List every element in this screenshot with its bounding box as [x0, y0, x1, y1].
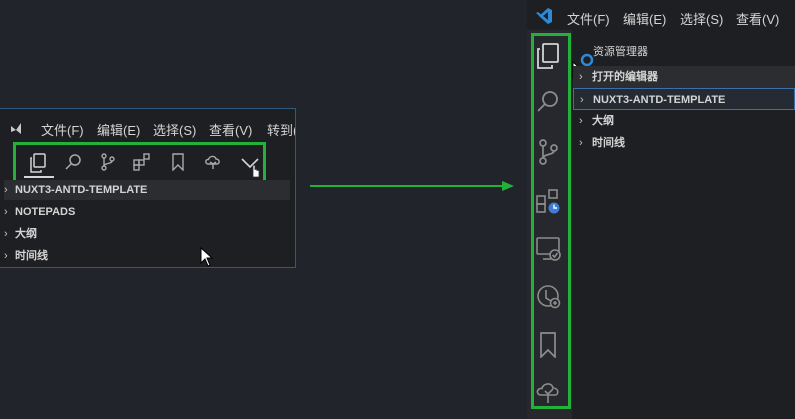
section-outline[interactable]: › 大纲	[4, 224, 290, 244]
section-timeline[interactable]: › 时间线	[4, 246, 290, 266]
section-outline[interactable]: › 大纲	[573, 110, 795, 132]
highlight-box-vertical	[531, 33, 571, 409]
chevron-right-icon: ›	[579, 115, 583, 127]
menu-view[interactable]: 查看(V)	[736, 9, 779, 28]
chevron-right-icon: ›	[580, 94, 584, 106]
before-window: 文件(F) 编辑(E) 选择(S) 查看(V) 转到(› NUXT3-ANTD…	[0, 108, 296, 268]
section-timeline[interactable]: › 时间线	[573, 132, 795, 154]
section-open-editors[interactable]: › 打开的编辑器	[573, 66, 795, 88]
mouse-pointer-icon	[200, 247, 214, 267]
chevron-right-icon: ›	[4, 184, 8, 196]
vscode-logo-icon	[10, 122, 23, 135]
section-project[interactable]: › NUXT3-ANTD-TEMPLATE	[4, 180, 290, 200]
vscode-logo-icon	[535, 7, 553, 25]
transition-arrow-icon	[310, 181, 514, 191]
chevron-right-icon: ›	[579, 71, 583, 83]
highlight-box-horizontal	[13, 142, 266, 184]
menu-selection[interactable]: 选择(S)	[153, 120, 196, 139]
chevron-right-icon: ›	[4, 228, 8, 240]
menu-edit[interactable]: 编辑(E)	[97, 120, 140, 139]
menu-goto[interactable]: 转到(	[267, 120, 295, 139]
menu-file[interactable]: 文件(F)	[567, 9, 610, 28]
menu-selection[interactable]: 选择(S)	[680, 9, 723, 28]
chevron-right-icon: ›	[579, 137, 583, 149]
menu-file[interactable]: 文件(F)	[41, 120, 84, 139]
section-project[interactable]: › NUXT3-ANTD-TEMPLATE	[573, 88, 795, 110]
after-window: 文件(F) 编辑(E) 选择(S) 查看(V) 资源管理器 › 打开的编辑器 ›…	[527, 0, 795, 419]
menu-edit[interactable]: 编辑(E)	[623, 9, 666, 28]
chevron-right-icon: ›	[4, 206, 8, 218]
section-notepads[interactable]: › NOTEPADS	[4, 202, 290, 222]
menu-view[interactable]: 查看(V)	[209, 120, 252, 139]
explorer-title: 资源管理器	[593, 46, 648, 58]
chevron-right-icon: ›	[4, 250, 8, 262]
menu-bar: 文件(F) 编辑(E) 选择(S) 查看(V) 转到(	[0, 109, 295, 145]
